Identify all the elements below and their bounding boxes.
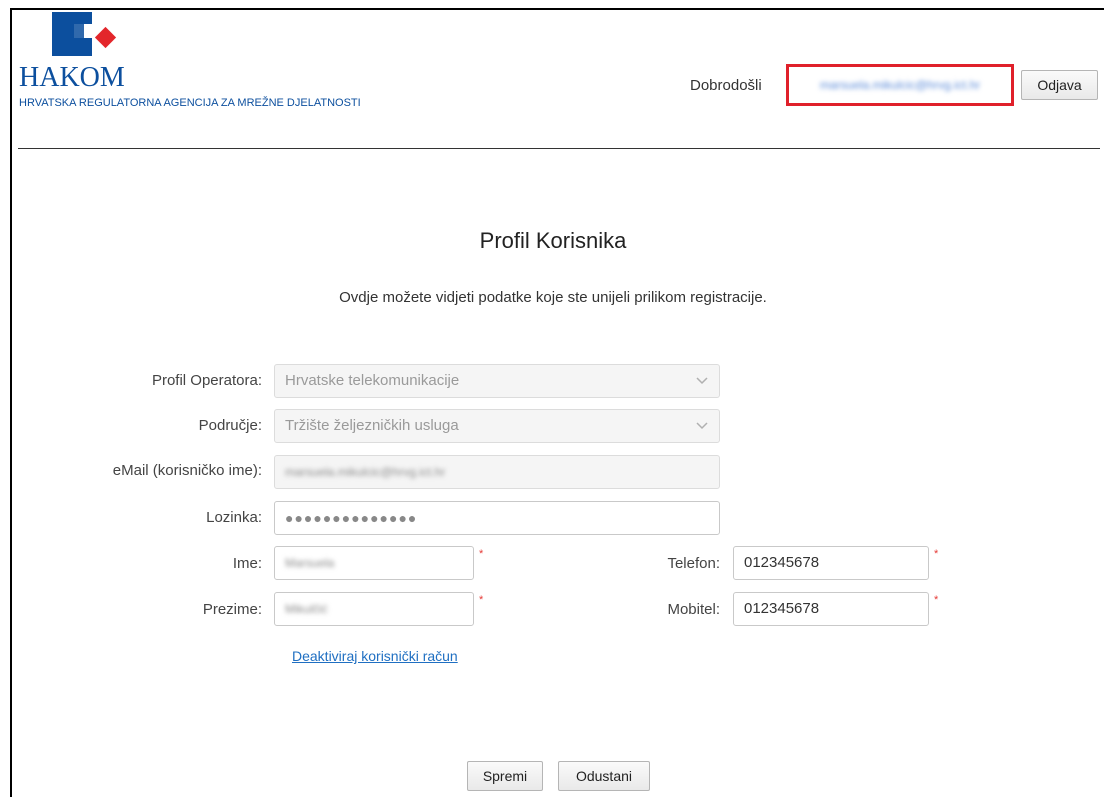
page-description: Ovdje možete vidjeti podatke koje ste un… [339, 289, 767, 306]
first-name-label: Ime: [232, 555, 262, 572]
required-marker: * [479, 548, 484, 560]
mobile-field[interactable]: 012345678 [733, 592, 929, 626]
page-frame [10, 8, 1104, 797]
email-field[interactable]: marsuela.mikulcic@hrvg.ict.hr [274, 455, 720, 489]
operator-profile-label: Profil Operatora: [151, 372, 262, 389]
phone-label: Telefon: [667, 555, 720, 572]
cancel-button[interactable]: Odustani [558, 761, 650, 791]
last-name-value: Mikulčić [285, 602, 328, 616]
chevron-down-icon [696, 377, 708, 385]
first-name-field[interactable]: Marsuela [274, 546, 474, 580]
save-button[interactable]: Spremi [467, 761, 543, 791]
logo-wordmark: HAKOM [19, 62, 125, 93]
password-label: Lozinka: [206, 509, 262, 526]
mobile-value: 012345678 [744, 600, 820, 617]
area-value: Tržište željezničkih usluga [285, 417, 459, 434]
operator-profile-value: Hrvatske telekomunikacije [285, 372, 460, 389]
area-label: Područje: [198, 417, 262, 434]
hakom-logo-icon [52, 12, 122, 58]
user-email-text: marsuela.mikulcic@hrvg.ict.hr [819, 78, 981, 92]
area-select[interactable]: Tržište željezničkih usluga [274, 409, 720, 443]
mobile-label: Mobitel: [667, 601, 720, 618]
deactivate-account-link[interactable]: Deaktiviraj korisnički račun [292, 648, 458, 664]
required-marker: * [934, 594, 939, 606]
page-title: Profil Korisnika [479, 228, 627, 253]
required-marker: * [934, 548, 939, 560]
logout-button[interactable]: Odjava [1021, 70, 1098, 100]
email-value: marsuela.mikulcic@hrvg.ict.hr [285, 465, 446, 479]
phone-value: 012345678 [744, 554, 820, 571]
chevron-down-icon [696, 422, 708, 430]
user-email-badge[interactable]: marsuela.mikulcic@hrvg.ict.hr [786, 64, 1014, 106]
welcome-text: Dobrodošli [690, 77, 762, 94]
required-marker: * [479, 594, 484, 606]
operator-profile-select[interactable]: Hrvatske telekomunikacije [274, 364, 720, 398]
phone-field[interactable]: 012345678 [733, 546, 929, 580]
password-field[interactable]: ●●●●●●●●●●●●●● [274, 501, 720, 535]
first-name-value: Marsuela [285, 556, 335, 570]
last-name-field[interactable]: Mikulčić [274, 592, 474, 626]
logo-subtitle: HRVATSKA REGULATORNA AGENCIJA ZA MREŽNE … [19, 97, 361, 109]
password-value: ●●●●●●●●●●●●●● [285, 510, 418, 526]
last-name-label: Prezime: [202, 601, 262, 618]
email-label: eMail (korisničko ime): [112, 462, 262, 479]
header-divider [18, 148, 1100, 149]
